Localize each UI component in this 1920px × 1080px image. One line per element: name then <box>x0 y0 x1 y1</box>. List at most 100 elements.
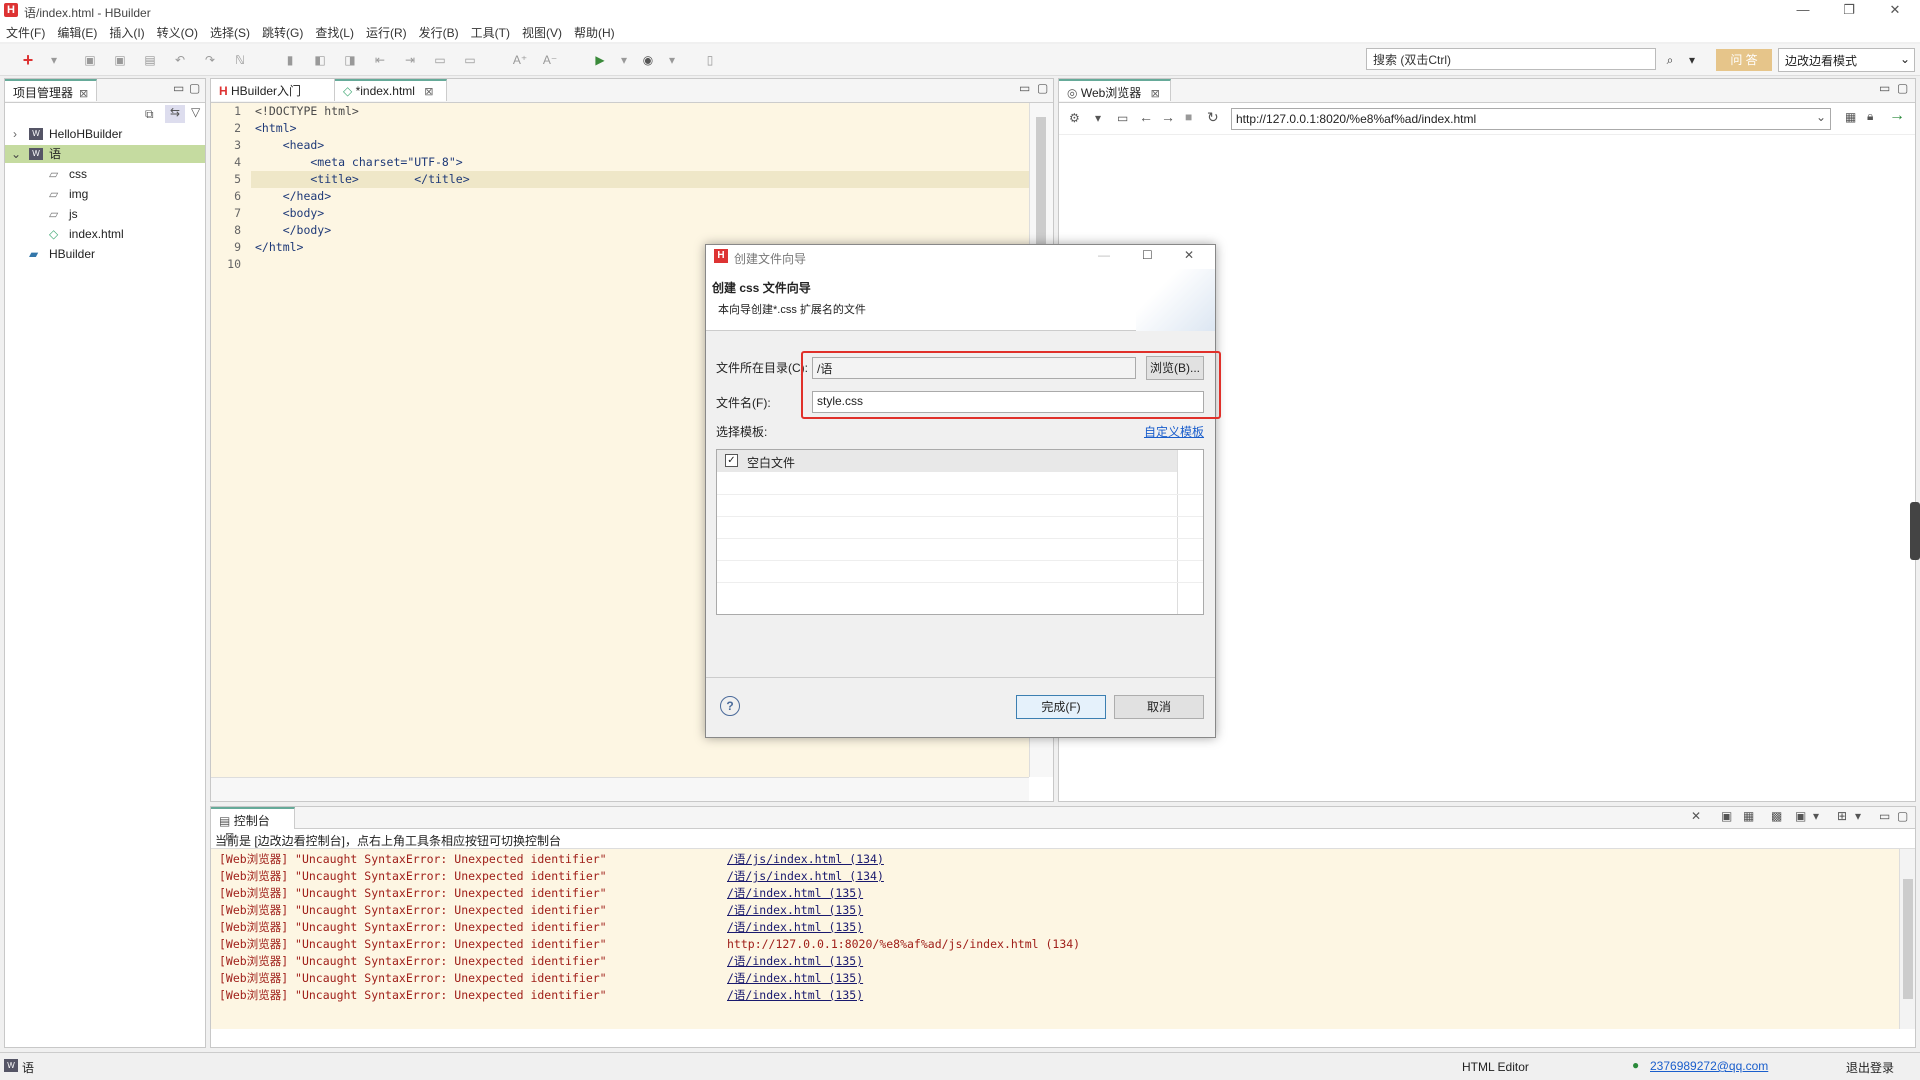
list-item[interactable]: ✓ 空白文件 <box>717 450 1177 472</box>
qrcode-icon[interactable]: ▦ <box>1845 110 1856 124</box>
jump-back-icon[interactable]: ⇤ <box>372 52 388 68</box>
search-dropdown-icon[interactable]: ▾ <box>1684 52 1700 68</box>
run-dropdown-icon[interactable]: ▾ <box>616 52 632 68</box>
tree-item-img[interactable]: ▱ img <box>5 185 205 203</box>
finish-button[interactable]: 完成(F) <box>1016 695 1106 719</box>
collapse-all-icon[interactable]: ⧉ <box>145 107 154 122</box>
jump-forward-icon[interactable]: ⇥ <box>402 52 418 68</box>
tree-item-css[interactable]: ▱ css <box>5 165 205 183</box>
search-icon[interactable]: ⌕ <box>1662 52 1678 68</box>
custom-template-link[interactable]: 自定义模板 <box>1144 423 1204 440</box>
save-icon[interactable]: ▣ <box>82 52 98 68</box>
dialog-maximize-icon[interactable]: ☐ <box>1142 248 1153 262</box>
close-icon[interactable]: ⊠ <box>424 86 433 98</box>
tree-item-index-html[interactable]: ◇ index.html <box>5 225 205 243</box>
link-editor-icon[interactable]: ⇆ <box>165 105 185 123</box>
menu-help[interactable]: 帮助(H) <box>568 22 621 43</box>
maximize-panel-icon[interactable]: ▢ <box>1897 81 1908 95</box>
close-button[interactable]: ✕ <box>1872 0 1918 22</box>
side-drawer-handle[interactable] <box>1910 502 1920 560</box>
tab-hbuilder-intro[interactable]: H HBuilder入门 <box>211 79 335 101</box>
cancel-button[interactable]: 取消 <box>1114 695 1204 719</box>
display-dropdown-icon[interactable]: ▾ <box>1813 809 1819 823</box>
minimize-panel-icon[interactable]: ▭ <box>1879 809 1890 823</box>
undo-icon[interactable]: ↶ <box>172 52 188 68</box>
status-user-link[interactable]: 2376989272@qq.com <box>1650 1059 1768 1073</box>
refresh-icon[interactable]: ↻ <box>1207 109 1219 126</box>
scroll-lock-icon[interactable]: ▦ <box>1743 809 1754 823</box>
forward-icon[interactable]: → <box>1161 109 1175 125</box>
menu-escape[interactable]: 转义(O) <box>151 22 204 43</box>
print-icon[interactable]: ▤ <box>142 52 158 68</box>
view-menu-icon[interactable]: ▽ <box>191 105 200 119</box>
run-icon[interactable]: ▶ <box>592 52 608 68</box>
menu-find[interactable]: 查找(L) <box>309 22 360 43</box>
qa-button[interactable]: 问 答 <box>1716 49 1772 71</box>
console-link[interactable]: /语/js/index.html (134) <box>727 868 884 885</box>
tab-console[interactable]: ▤ 控制台 ⊠ <box>211 807 295 843</box>
console-link[interactable]: /语/index.html (135) <box>727 885 863 902</box>
tree-item-yu[interactable]: ⌄ W 语 <box>5 145 205 163</box>
stop-icon[interactable]: ■ <box>1185 110 1192 124</box>
tree-item-hellohbuilder[interactable]: › W HelloHBuilder <box>5 125 205 143</box>
console-output[interactable]: [Web浏览器] "Uncaught SyntaxError: Unexpect… <box>211 849 1915 1029</box>
minimize-panel-icon[interactable]: ▭ <box>1879 81 1890 95</box>
minimize-panel-icon[interactable]: ▭ <box>173 81 184 95</box>
uncomment-icon[interactable]: ▭ <box>462 52 478 68</box>
minimize-panel-icon[interactable]: ▭ <box>1019 81 1030 95</box>
bookmark-icon[interactable]: ▮ <box>282 52 298 68</box>
new-console-dropdown-icon[interactable]: ▾ <box>1855 809 1861 823</box>
console-link[interactable]: /语/js/index.html (134) <box>727 851 884 868</box>
tab-index-html[interactable]: ◇ *index.html ⊠ <box>335 79 447 101</box>
menu-tools[interactable]: 工具(T) <box>465 22 516 43</box>
redo-icon[interactable]: ↷ <box>202 52 218 68</box>
close-icon[interactable]: ⊠ <box>79 88 88 100</box>
console-link[interactable]: /语/index.html (135) <box>727 970 863 987</box>
new-console-icon[interactable]: ⊞ <box>1837 809 1847 823</box>
new-icon[interactable]: + <box>20 51 36 69</box>
close-icon[interactable]: ⊠ <box>225 831 234 843</box>
console-link[interactable]: /语/index.html (135) <box>727 987 863 1004</box>
preview-icon[interactable]: ▯ <box>702 52 718 68</box>
status-logout-link[interactable]: 退出登录 <box>1846 1059 1894 1076</box>
url-input[interactable]: http://127.0.0.1:8020/%e8%af%ad/index.ht… <box>1231 108 1831 130</box>
search-input[interactable]: 搜索 (双击Ctrl) <box>1366 48 1656 70</box>
tab-project-manager[interactable]: 项目管理器 ⊠ <box>5 79 98 101</box>
lock-icon[interactable]: 🔒︎ <box>1867 109 1873 124</box>
font-decrease-icon[interactable]: A⁻ <box>542 52 558 68</box>
comment-icon[interactable]: ▭ <box>432 52 448 68</box>
new-dropdown-icon[interactable]: ▾ <box>46 52 62 68</box>
minimize-button[interactable]: — <box>1780 0 1826 22</box>
close-icon[interactable]: ⊠ <box>1151 88 1160 100</box>
menu-run[interactable]: 运行(R) <box>360 22 413 43</box>
console-link[interactable]: http://127.0.0.1:8020/%e8%af%ad/js/index… <box>727 936 1080 953</box>
menu-select[interactable]: 选择(S) <box>204 22 256 43</box>
scrollbar-thumb[interactable] <box>1903 879 1913 999</box>
menu-goto[interactable]: 跳转(G) <box>256 22 309 43</box>
browser-icon[interactable]: ◉ <box>640 52 656 68</box>
menu-edit[interactable]: 编辑(E) <box>51 22 103 43</box>
dialog-close-icon[interactable]: ✕ <box>1184 248 1194 262</box>
tree-item-hbuilder[interactable]: ▰ HBuilder <box>5 245 205 263</box>
browser-dropdown-icon[interactable]: ▾ <box>664 52 680 68</box>
go-icon[interactable]: → <box>1889 107 1905 125</box>
checkbox-checked-icon[interactable]: ✓ <box>725 454 738 467</box>
console-scrollbar[interactable] <box>1899 849 1915 1029</box>
maximize-panel-icon[interactable]: ▢ <box>1037 81 1048 95</box>
menu-view[interactable]: 视图(V) <box>516 22 568 43</box>
back-icon[interactable]: ← <box>1139 109 1153 125</box>
restore-button[interactable]: ❐ <box>1826 0 1872 22</box>
dialog-minimize-icon[interactable]: — <box>1098 248 1110 262</box>
font-increase-icon[interactable]: A⁺ <box>512 52 528 68</box>
menu-publish[interactable]: 发行(B) <box>413 22 465 43</box>
tree-item-js[interactable]: ▱ js <box>5 205 205 223</box>
editor-horizontal-scrollbar[interactable] <box>211 777 1029 801</box>
prev-icon[interactable]: ◧ <box>312 52 328 68</box>
maximize-panel-icon[interactable]: ▢ <box>189 81 200 95</box>
next-icon[interactable]: ◨ <box>342 52 358 68</box>
menu-insert[interactable]: 插入(I) <box>103 22 150 43</box>
console-link[interactable]: /语/index.html (135) <box>727 919 863 936</box>
devtools-icon[interactable]: ▭ <box>1117 111 1128 125</box>
settings-icon[interactable]: ⚙ <box>1069 111 1080 125</box>
settings-dropdown-icon[interactable]: ▾ <box>1095 111 1101 125</box>
